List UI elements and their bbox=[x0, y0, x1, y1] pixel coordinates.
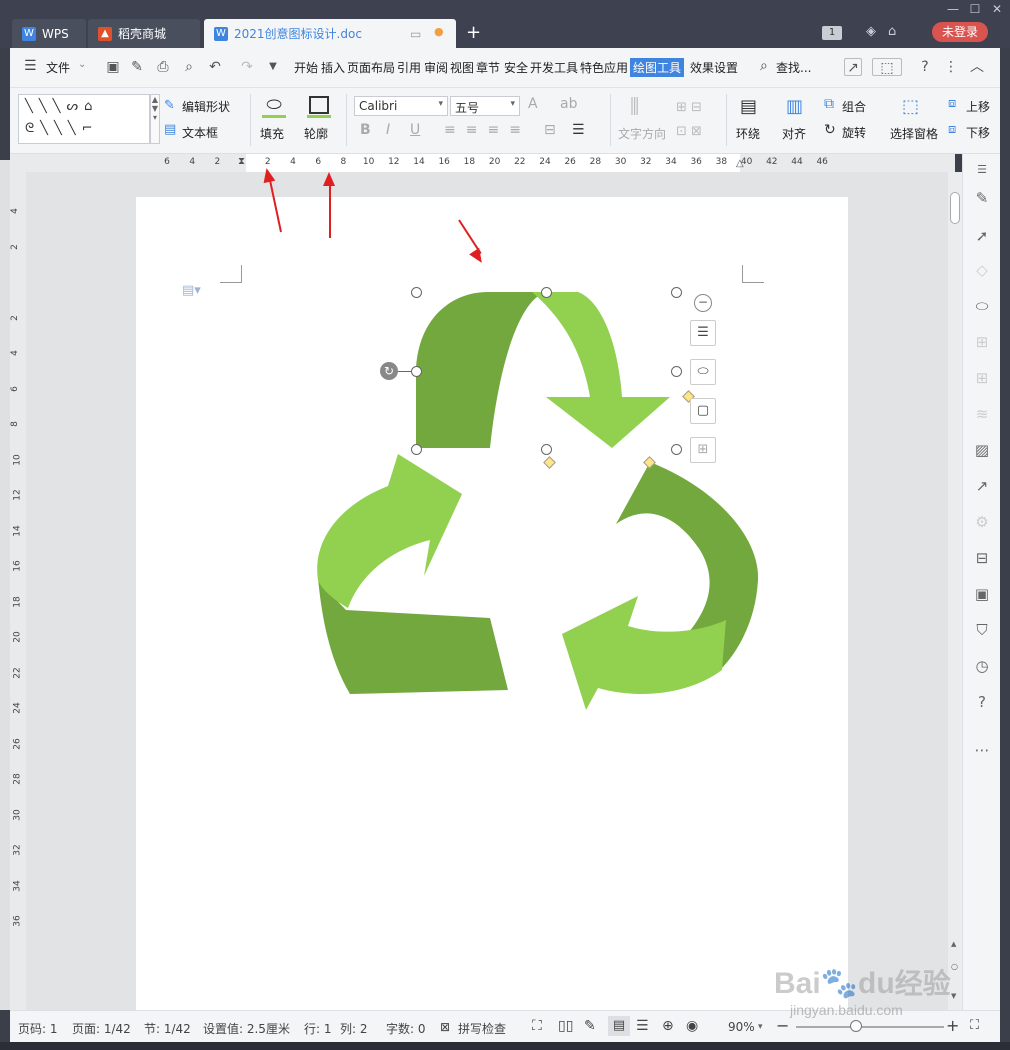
picture-icon[interactable]: ▨ bbox=[972, 440, 992, 460]
layout-options-icon[interactable]: ☰ bbox=[690, 320, 716, 346]
watermark-text: 经验 bbox=[894, 968, 951, 999]
resize-handle-l[interactable] bbox=[411, 366, 422, 377]
annotation-arrowhead bbox=[260, 166, 276, 184]
table-icon[interactable]: ⊞ bbox=[972, 332, 992, 352]
fullscreen-icon[interactable]: ⛶ bbox=[532, 1018, 542, 1034]
rotate-handle-icon[interactable]: ↻ bbox=[380, 362, 398, 380]
page-view-icon[interactable]: ▤ bbox=[608, 1016, 630, 1036]
shape-icon[interactable]: ◇ bbox=[972, 260, 992, 280]
arrow-top-head bbox=[532, 292, 670, 448]
settings-icon[interactable]: ≋ bbox=[972, 404, 992, 424]
cursor-icon[interactable]: ➚ bbox=[972, 226, 992, 246]
history-icon[interactable]: ◷ bbox=[972, 656, 992, 676]
resize-handle-tr[interactable] bbox=[671, 287, 682, 298]
shape-fill-icon[interactable]: ⬭ bbox=[690, 359, 716, 385]
status-row[interactable]: 行: 1 bbox=[304, 1020, 332, 1037]
status-word-count[interactable]: 字数: 0 bbox=[386, 1020, 426, 1037]
archive-icon[interactable]: ⊟ bbox=[972, 548, 992, 568]
zoom-level[interactable]: 90% bbox=[728, 1020, 755, 1034]
watermark-url: jingyan.baidu.com bbox=[790, 1002, 903, 1018]
status-column[interactable]: 列: 2 bbox=[340, 1020, 368, 1037]
scroll-dot-icon[interactable]: ○ bbox=[951, 962, 958, 971]
resize-handle-r[interactable] bbox=[671, 366, 682, 377]
outline-view-icon[interactable]: ☰ bbox=[636, 1018, 649, 1034]
resize-handle-tl[interactable] bbox=[411, 287, 422, 298]
zoom-in-icon[interactable]: + bbox=[946, 1016, 959, 1035]
recycle-shape-canvas bbox=[317, 292, 759, 710]
shape-outline-icon[interactable]: ▢ bbox=[690, 398, 716, 424]
resize-handle-t[interactable] bbox=[541, 287, 552, 298]
watermark-brand-suffix: du bbox=[858, 967, 895, 1000]
zoom-slider-track[interactable] bbox=[796, 1026, 944, 1028]
eye-protection-icon[interactable]: ◉ bbox=[686, 1018, 698, 1034]
image-icon[interactable]: ▣ bbox=[972, 584, 992, 604]
collapse-quickbar-icon[interactable]: − bbox=[694, 294, 712, 312]
web-view-icon[interactable]: ⊕ bbox=[662, 1018, 674, 1034]
rotate-handle-line bbox=[398, 371, 411, 372]
ellipsis-icon[interactable]: ⋯ bbox=[972, 740, 992, 760]
annotation-arrowhead bbox=[323, 172, 335, 186]
shield-icon[interactable]: ⛉ bbox=[972, 620, 992, 640]
scroll-up-icon[interactable]: ▲ bbox=[951, 940, 956, 948]
zoom-slider-thumb[interactable] bbox=[850, 1020, 862, 1032]
arrow-right-head bbox=[562, 596, 726, 710]
baidu-watermark: Bai🐾du经验 bbox=[774, 962, 951, 1002]
fit-window-icon[interactable]: ⛶ bbox=[970, 1018, 979, 1033]
arrow-left-head bbox=[317, 454, 462, 608]
annotation-arrow bbox=[329, 182, 331, 238]
taskbar-strip bbox=[0, 1042, 1010, 1050]
scroll-down-icon[interactable]: ▼ bbox=[951, 992, 956, 1000]
resize-handle-b[interactable] bbox=[541, 444, 552, 455]
arrow-top-band bbox=[416, 292, 546, 448]
translate-icon[interactable]: ⚙ bbox=[972, 512, 992, 532]
watermark-brand: Bai bbox=[774, 967, 821, 1000]
status-pages[interactable]: 页面: 1/42 bbox=[72, 1020, 131, 1037]
scrollbar-thumb[interactable] bbox=[950, 192, 960, 224]
help-circle-icon[interactable]: ? bbox=[972, 692, 992, 712]
spell-check-button[interactable]: 拼写检查 bbox=[458, 1020, 506, 1037]
resize-handle-bl[interactable] bbox=[411, 444, 422, 455]
sidebar-menu-icon[interactable]: ☰ bbox=[972, 160, 992, 180]
status-setting[interactable]: 设置值: 2.5厘米 bbox=[203, 1020, 290, 1037]
zoom-out-icon[interactable]: − bbox=[776, 1016, 789, 1035]
vertical-scrollbar[interactable]: ▲ ○ ▼ bbox=[948, 172, 962, 1010]
resize-handle-br[interactable] bbox=[671, 444, 682, 455]
status-page-number[interactable]: 页码: 1 bbox=[18, 1020, 58, 1037]
status-section[interactable]: 节: 1/42 bbox=[144, 1020, 191, 1037]
fill-icon[interactable]: ⬭ bbox=[972, 296, 992, 316]
export-icon[interactable]: ↗ bbox=[972, 476, 992, 496]
edit-mode-icon[interactable]: ✎ bbox=[584, 1018, 596, 1034]
pen-icon[interactable]: ✎ bbox=[972, 188, 992, 208]
spell-check-icon[interactable]: ⊠ bbox=[440, 1020, 450, 1034]
grid-icon[interactable]: ⊞ bbox=[972, 368, 992, 388]
shape-effects-icon[interactable]: ⊞ bbox=[690, 437, 716, 463]
right-sidebar: ☰ ✎ ➚ ◇ ⬭ ⊞ ⊞ ≋ ▨ ↗ ⚙ ⊟ ▣ ⛉ ◷ ? ⋯ bbox=[962, 154, 1000, 1010]
read-mode-icon[interactable]: ▯▯ bbox=[558, 1018, 573, 1034]
recycle-symbol[interactable] bbox=[317, 292, 759, 710]
paw-logo-icon: 🐾 bbox=[820, 967, 859, 1000]
zoom-dropdown-icon[interactable]: ▾ bbox=[758, 1022, 763, 1032]
